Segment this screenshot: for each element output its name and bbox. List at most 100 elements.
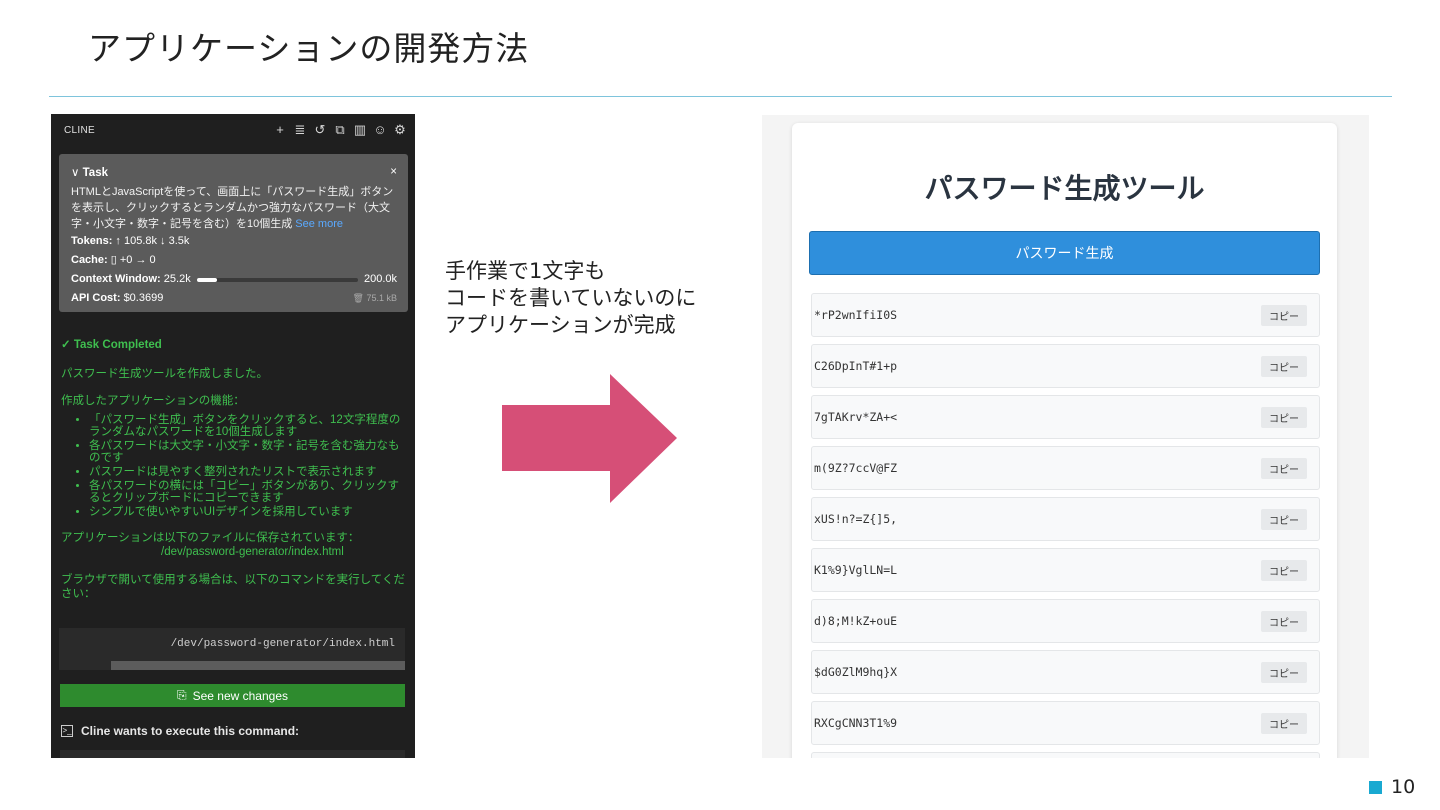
task-box: ∨ Task × HTMLとJavaScriptを使って、画面上に「パスワード生… [59,154,408,312]
password-row: m(9Z?7ccV@FZ コピー [811,446,1320,490]
plus-icon[interactable]: + [273,123,287,137]
copy-button[interactable]: コピー [1261,355,1307,377]
see-new-changes-label: See new changes [192,688,288,703]
server-icon[interactable]: ≣ [293,123,307,137]
slide-caption: 手作業で1文字も コードを書いていないのに アプリケーションが完成 [445,258,696,339]
code-scrollbar[interactable] [111,661,405,670]
caption-line: コードを書いていないのに [445,286,697,310]
password-text: RXCgCNN3T1%9 [814,716,898,730]
tokens-stat: Tokens: ↑ 105.8k ↓ 3.5k [71,232,397,251]
file-diff-icon: ⎘ [176,688,187,702]
account-icon[interactable]: ☺ [373,123,387,137]
history-icon[interactable]: ↺ [313,123,327,137]
password-text: xUS!n?=Z{]5, [814,512,898,526]
generate-password-button[interactable]: パスワード生成 [809,231,1320,275]
password-row: RXCgCNN3T1%9 コピー [811,701,1320,745]
open-text: ブラウザで開いて使用する場合は、以下のコマンドを実行してください： [61,574,405,600]
password-text: *rP2wnIfiI0S [814,308,898,322]
trash-icon[interactable]: 🗑 [353,293,364,303]
cline-panel: CLINE + ≣ ↺ ⧉ ▥ ☺ ⚙ ∨ Task × HTMLとJavaSc… [51,114,415,758]
book-icon[interactable]: ▥ [353,123,367,137]
right-arrow-icon [502,374,677,503]
slide-title: アプリケーションの開発方法 [88,29,530,68]
password-text: d)8;M!kZ+ouE [814,614,898,628]
command-preview [60,750,405,758]
password-list: *rP2wnIfiI0S コピー C26DpInT#1+p コピー 7gTAKrv*ZA… [811,293,1320,758]
context-label: Context Window: [71,273,161,285]
cache-label: Cache: [71,254,108,266]
cache-value: +0 → 0 [119,254,156,266]
page-number-text: 10 [1391,776,1416,798]
copy-button[interactable]: コピー [1261,304,1307,326]
page-number: 10 [1369,776,1415,798]
password-text: 7gTAKrv*ZA+< [814,410,898,424]
cache-stat: Cache: ▯ +0 → 0 [71,251,397,270]
password-text: K1%9}VglLN=L [814,563,898,577]
cost-value: $0.3699 [123,292,164,304]
api-cost-stat: API Cost: $0.3699 🗑 75.1 kB [71,289,397,308]
tokens-value: ↑ 105.8k ↓ 3.5k [115,235,190,247]
copy-button[interactable]: コピー [1261,610,1307,632]
copy-button[interactable]: コピー [1261,559,1307,581]
tokens-label: Tokens: [71,235,113,247]
copy-button[interactable]: コピー [1261,508,1307,530]
context-window-stat: Context Window: 25.2k 200.0k [71,270,397,289]
list-item: 各パスワードの横には「コピー」ボタンがあり、クリックするとクリップボードにコピー… [89,480,409,504]
gear-icon[interactable]: ⚙ [393,123,407,137]
list-item: パスワードは見やすく整列されたリストで表示されます [89,466,409,478]
copy-button[interactable]: コピー [1261,712,1307,734]
terminal-icon: >_ [61,725,73,737]
database-icon: ▯ [110,254,117,266]
password-row: C26DpInT#1+p コピー [811,344,1320,388]
close-icon[interactable]: × [390,166,397,178]
see-more-link[interactable]: See more [295,218,343,230]
check-icon: ✓ [61,339,74,351]
password-text: m(9Z?7ccV@FZ [814,461,898,475]
completion-message: ✓ Task Completed パスワード生成ツールを作成しました。 作成した… [61,336,409,601]
password-text: C26DpInT#1+p [814,359,898,373]
password-row: *rP2wnIfiI0S コピー [811,293,1320,337]
context-max: 200.0k [363,273,397,285]
caption-line: アプリケーションが完成 [445,313,676,337]
password-row [811,752,1320,758]
app-screenshot: パスワード生成ツール パスワード生成 *rP2wnIfiI0S コピー C26DpI… [762,115,1369,758]
cline-name: CLINE [64,124,95,136]
caption-line: 手作業で1文字も [445,259,606,283]
app-card: パスワード生成ツール パスワード生成 *rP2wnIfiI0S コピー C26DpI… [792,123,1337,758]
completion-intro: パスワード生成ツールを作成しました。 [61,368,268,380]
features-heading: 作成したアプリケーションの機能： [61,395,245,407]
task-size: 75.1 kB [366,293,397,303]
password-text: $dG0ZlM9hq}X [814,665,898,679]
copy-button[interactable]: コピー [1261,457,1307,479]
task-completed-title: ✓ Task Completed [61,336,409,354]
task-completed-label: Task Completed [73,339,162,351]
cost-label: API Cost: [71,292,121,304]
app-title: パスワード生成ツール [924,172,1205,205]
saved-path: /dev/password-generator/index.html [161,546,344,558]
context-progress-fill [196,277,218,282]
context-used: 25.2k [163,273,191,285]
password-row: d)8;M!kZ+ouE コピー [811,599,1320,643]
password-row: K1%9}VglLN=L コピー [811,548,1320,592]
copy-button[interactable]: コピー [1261,661,1307,683]
cline-toolbar: + ≣ ↺ ⧉ ▥ ☺ ⚙ [273,123,407,137]
saved-text: アプリケーションは以下のファイルに保存されています： [61,532,360,544]
password-row: 7gTAKrv*ZA+< コピー [811,395,1320,439]
context-progress-bar [196,277,358,282]
password-row: xUS!n?=Z{]5, コピー [811,497,1320,541]
see-new-changes-button[interactable]: ⎘ See new changes [60,684,405,707]
execute-command-prompt: >_ Cline wants to execute this command: [61,724,299,738]
popout-icon[interactable]: ⧉ [333,123,347,137]
list-item: 「パスワード生成」ボタンをクリックすると、12文字程度のランダムなパスワードを1… [89,414,409,438]
chevron-down-icon: ∨ [71,167,83,179]
cline-header: CLINE + ≣ ↺ ⧉ ▥ ☺ ⚙ [51,114,415,146]
task-label: Task [82,167,108,179]
task-header[interactable]: ∨ Task × [71,163,397,181]
list-item: 各パスワードは大文字・小文字・数字・記号を含む強力なものです [89,440,409,464]
list-item: シンプルで使いやすいUIデザインを採用しています [89,506,409,518]
page-marker [1369,780,1382,794]
copy-button[interactable]: コピー [1261,406,1307,428]
features-list: 「パスワード生成」ボタンをクリックすると、12文字程度のランダムなパスワードを1… [61,414,409,518]
password-row: $dG0ZlM9hq}X コピー [811,650,1320,694]
title-divider [49,96,1392,97]
